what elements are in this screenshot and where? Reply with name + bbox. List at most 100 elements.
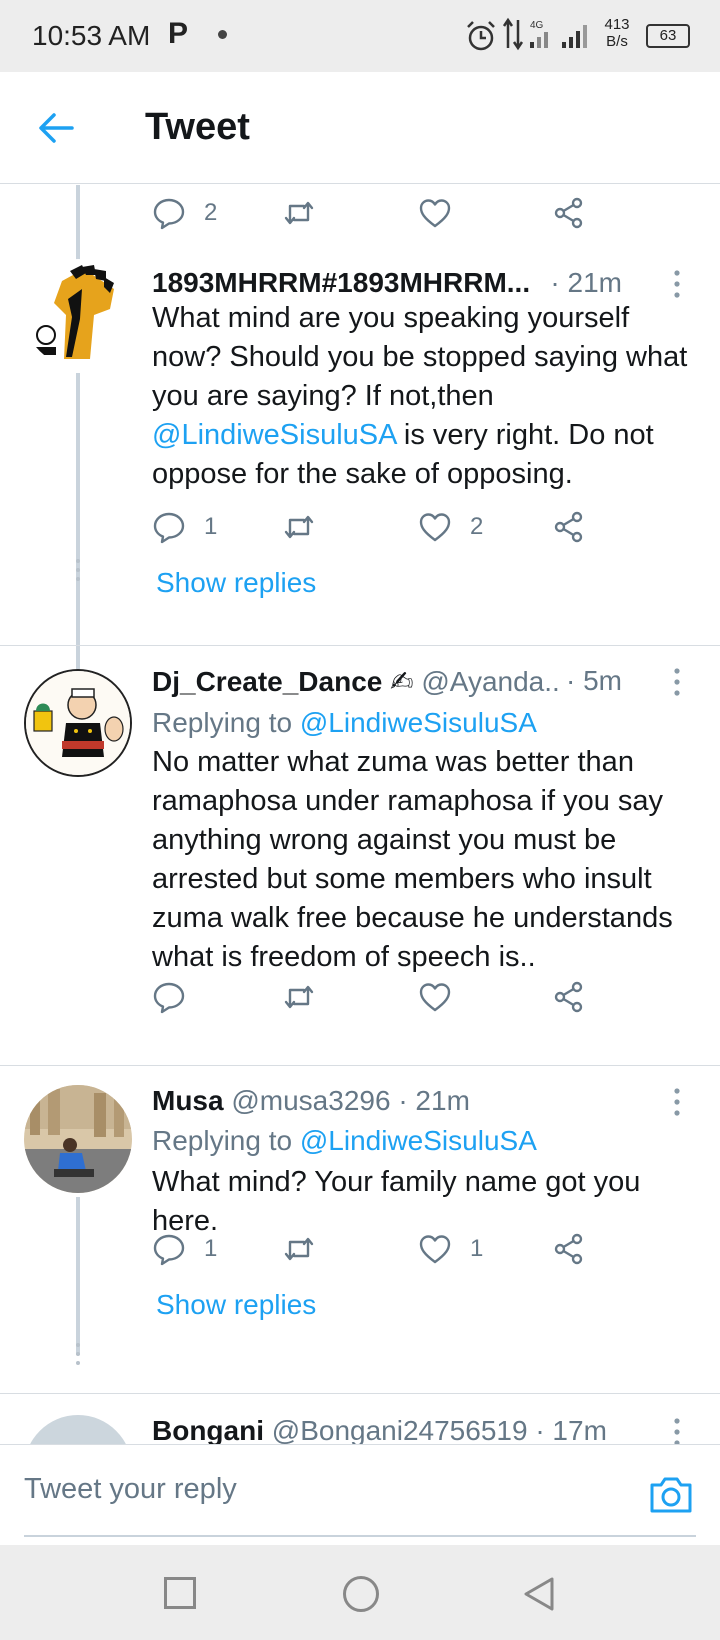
reply-icon <box>153 512 185 544</box>
share-button[interactable] <box>552 977 586 1017</box>
author-handle: @Ayanda... <box>421 666 568 697</box>
divider <box>0 1065 720 1066</box>
avatar[interactable] <box>24 1415 132 1445</box>
reply-button[interactable] <box>152 977 204 1017</box>
reply-icon <box>153 1234 185 1266</box>
thread-ellipsis <box>76 1343 80 1370</box>
page-title: Tweet <box>145 106 250 148</box>
divider <box>0 1393 720 1394</box>
like-button[interactable] <box>418 977 470 1017</box>
reply-input[interactable]: Tweet your reply <box>24 1473 237 1506</box>
tweet-actions <box>152 977 622 1017</box>
tweet-header: Bongani @Bongani24756519 · 17m <box>152 1415 672 1445</box>
network-speed-value: 413 <box>604 16 630 33</box>
recent-apps-icon[interactable] <box>164 1577 196 1609</box>
avatar[interactable] <box>24 1085 132 1193</box>
retweet-button[interactable] <box>282 507 334 547</box>
replying-to: Replying to @LindiweSisuluSA <box>152 1125 537 1157</box>
home-icon[interactable] <box>343 1576 379 1612</box>
thread-ellipsis <box>76 559 80 586</box>
share-icon <box>554 1233 583 1265</box>
tweet-text-part: What mind are you speaking yourself now?… <box>152 302 688 412</box>
reply-icon <box>153 982 185 1014</box>
share-icon <box>554 511 583 543</box>
more-options-icon[interactable] <box>672 1417 682 1445</box>
more-options-icon[interactable] <box>672 667 682 697</box>
tweet-time: · 5m <box>560 665 622 697</box>
network-type-label: 4G <box>530 20 544 31</box>
share-button[interactable] <box>552 1229 586 1269</box>
like-button[interactable] <box>418 193 470 233</box>
heart-icon <box>419 1235 451 1264</box>
replying-to-link[interactable]: @LindiweSisuluSA <box>300 707 537 738</box>
reply-count: 1 <box>204 513 218 540</box>
app-bar: Tweet <box>0 72 720 184</box>
show-replies-link[interactable]: Show replies <box>156 1289 316 1321</box>
like-count: 2 <box>470 513 484 540</box>
popeye-avatar-image <box>26 671 130 775</box>
network-speed-unit: B/s <box>606 33 628 50</box>
retweet-button[interactable] <box>282 1229 334 1269</box>
tweet-header: Dj_Create_Dance ✍ @Ayanda... · 5m <box>152 665 672 698</box>
composer-underline <box>24 1535 696 1537</box>
status-bar: 10:53 AM P 4G 413 B/s 63 <box>0 0 720 72</box>
notification-dot-icon <box>218 30 227 39</box>
heart-icon <box>419 513 451 542</box>
more-options-icon[interactable] <box>672 1087 682 1117</box>
share-button[interactable] <box>552 193 586 233</box>
replying-to-link[interactable]: @LindiweSisuluSA <box>300 1125 537 1156</box>
thread-line <box>76 185 80 265</box>
reply-button[interactable]: 2 <box>152 193 217 233</box>
network-speed: 413 B/s <box>600 16 634 50</box>
more-options-icon[interactable] <box>672 269 682 299</box>
signal-strength-icon: 4G <box>530 20 587 48</box>
camera-icon[interactable] <box>648 1473 694 1515</box>
author-name[interactable]: Musa <box>152 1085 224 1116</box>
like-button[interactable]: 2 <box>418 507 483 547</box>
retweet-icon <box>284 201 314 225</box>
show-replies-link[interactable]: Show replies <box>156 567 316 599</box>
tweet-time: · 21m <box>550 267 622 298</box>
user-photo-avatar-image <box>24 1085 132 1193</box>
mention-link[interactable]: @LindiweSisuluSA <box>152 419 396 451</box>
raised-fist-avatar-image <box>24 259 132 367</box>
retweet-button[interactable] <box>282 977 334 1017</box>
reply-count: 1 <box>204 1235 218 1262</box>
replying-to-label: Replying to <box>152 707 293 738</box>
heart-icon <box>419 983 451 1012</box>
tweet-header: 1893MHRRM#1893MHRRM... · 21m <box>152 267 672 299</box>
avatar[interactable] <box>24 259 132 367</box>
alarm-icon <box>467 21 495 51</box>
share-button[interactable] <box>552 507 586 547</box>
like-button[interactable]: 1 <box>418 1229 483 1269</box>
reply-icon <box>153 198 185 230</box>
tweet-actions: 1 2 <box>152 507 622 547</box>
replying-to-label: Replying to <box>152 1125 293 1156</box>
share-icon <box>554 197 583 229</box>
author-name[interactable]: Dj_Create_Dance ✍ <box>152 666 414 697</box>
tweet-time: · 17m <box>535 1415 607 1445</box>
tweet-text: What mind are you speaking yourself now?… <box>152 299 697 494</box>
replying-to: Replying to @LindiweSisuluSA <box>152 707 537 739</box>
replies-feed[interactable]: 2 1893MHRRM#1893MHRRM... · 21m What mind… <box>0 185 720 1445</box>
tweet-header: Musa @musa3296 · 21m <box>152 1085 672 1117</box>
retweet-icon <box>284 1237 314 1261</box>
retweet-button[interactable] <box>282 193 334 233</box>
author-name[interactable]: 1893MHRRM#1893MHRRM... <box>152 267 530 298</box>
system-back-icon[interactable] <box>522 1575 556 1613</box>
tweet-actions: 2 <box>152 193 622 233</box>
reply-button[interactable]: 1 <box>152 507 217 547</box>
tweet-time: · 21m <box>398 1085 470 1116</box>
author-name[interactable]: Bongani <box>152 1415 264 1445</box>
system-navigation-bar <box>0 1545 720 1640</box>
avatar[interactable] <box>24 669 132 777</box>
retweet-icon <box>284 985 314 1009</box>
divider <box>0 645 720 646</box>
thread-line <box>76 1197 80 1355</box>
share-icon <box>554 981 583 1013</box>
tweet-actions: 1 1 <box>152 1229 622 1269</box>
reply-button[interactable]: 1 <box>152 1229 217 1269</box>
back-arrow-icon[interactable] <box>34 106 78 150</box>
parking-notification-icon: P <box>168 17 189 50</box>
battery-indicator: 63 <box>646 24 690 48</box>
